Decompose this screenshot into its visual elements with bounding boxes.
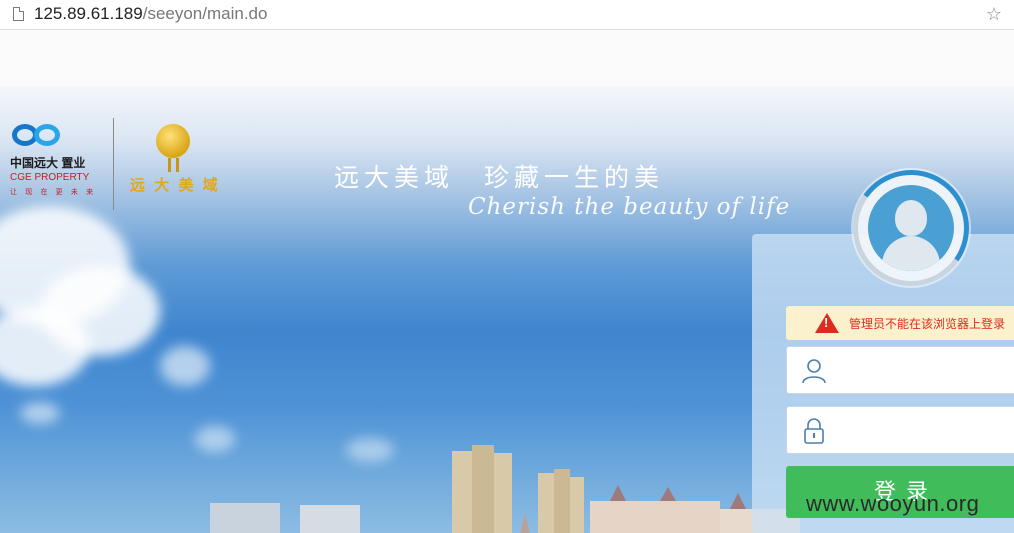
- hero-tagline: 远大美域 珍藏一生的美: [334, 158, 664, 194]
- user-avatar-icon: [868, 185, 954, 271]
- watermark: www.wooyun.org: [806, 491, 980, 516]
- warning-message: 管理员不能在该浏览器上登录: [849, 317, 1006, 331]
- logo-divider: [113, 118, 114, 210]
- username-input[interactable]: [839, 357, 1014, 385]
- url-host: 125.89.61.189: [34, 4, 143, 23]
- address-bar[interactable]: 125.89.61.189/seeyon/main.do ☆: [0, 0, 1014, 30]
- ydmy-logo-name: 远 大 美 域: [130, 176, 220, 194]
- bookmark-star-icon[interactable]: ☆: [986, 4, 1002, 25]
- cge-logo-en: CGE PROPERTY: [10, 172, 90, 183]
- tagline-left: 远大美域: [334, 163, 455, 192]
- cge-logo-cn: 中国远大 置业: [10, 156, 86, 170]
- infinity-logo-icon: [10, 122, 66, 152]
- cge-logo: 中国远大 置业 CGE PROPERTY 让 现 在 更 未 来: [10, 122, 96, 197]
- password-field[interactable]: [786, 406, 1014, 454]
- login-warning: ! 管理员不能在该浏览器上登录: [786, 306, 1014, 340]
- user-icon: [802, 359, 826, 384]
- ydmy-logo: 远 大 美 域: [130, 118, 220, 195]
- page-top-blank: [0, 30, 1014, 86]
- lock-icon: [804, 418, 824, 444]
- tagline-right: 珍藏一生的美: [484, 163, 665, 192]
- bird-logo-icon: [150, 118, 196, 172]
- hero-script-tagline: Cherish the beauty of life: [468, 194, 791, 220]
- username-field[interactable]: [786, 346, 1014, 394]
- url-text[interactable]: 125.89.61.189/seeyon/main.do: [34, 4, 267, 24]
- avatar: [843, 160, 979, 296]
- password-input[interactable]: [839, 417, 1014, 445]
- page-icon: [13, 7, 24, 21]
- cge-logo-slogan: 让 现 在 更 未 来: [10, 188, 97, 196]
- url-path: /seeyon/main.do: [142, 4, 268, 23]
